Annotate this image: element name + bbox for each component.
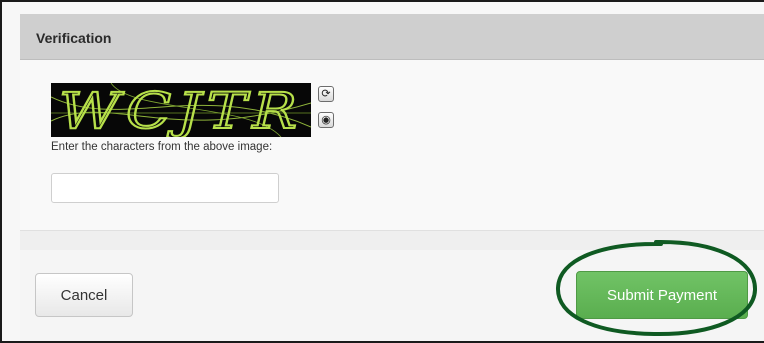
verification-panel-header: Verification — [20, 14, 764, 60]
audio-icon[interactable]: ◉ — [318, 112, 334, 128]
panel-divider — [20, 230, 764, 251]
captcha-input[interactable] — [51, 173, 279, 203]
captcha-image: WCJTR — [51, 83, 311, 137]
refresh-icon[interactable]: ⟳ — [318, 86, 334, 102]
captcha-text: WCJTR — [59, 83, 303, 137]
panel-title: Verification — [36, 30, 112, 46]
submit-payment-button[interactable]: Submit Payment — [576, 271, 748, 319]
cancel-button[interactable]: Cancel — [35, 273, 133, 317]
captcha-hint-label: Enter the characters from the above imag… — [51, 141, 273, 153]
